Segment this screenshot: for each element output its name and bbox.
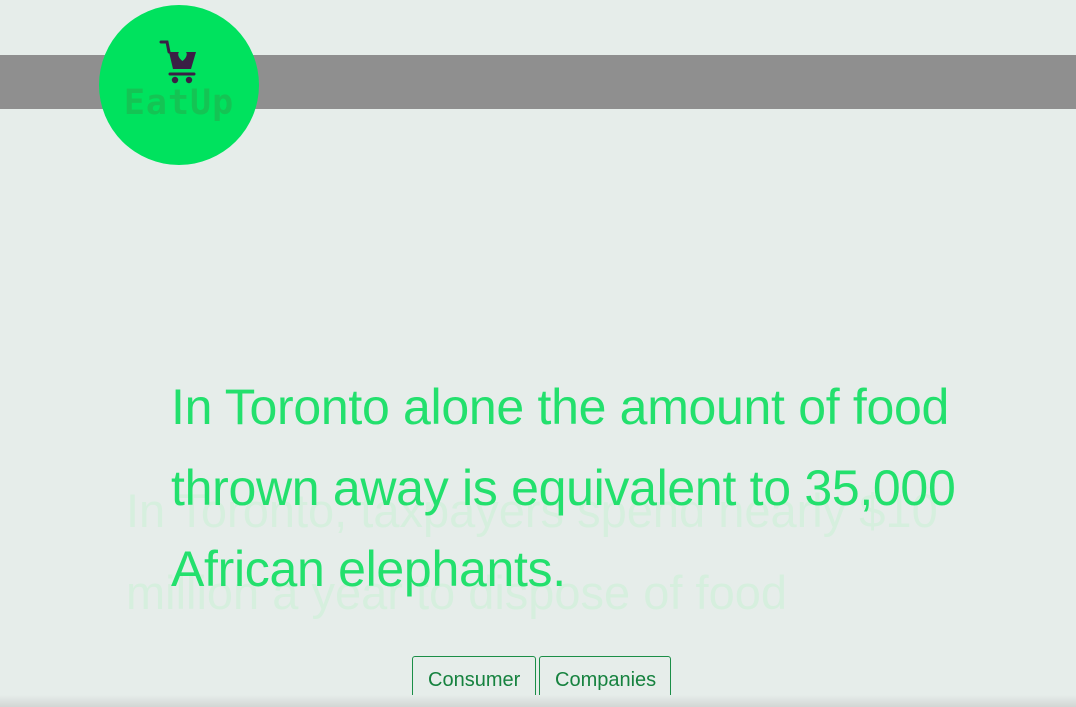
page: EatUp In Toronto, taxpayers spend nearly…: [0, 0, 1076, 707]
eatup-logo[interactable]: EatUp: [99, 5, 259, 165]
logo-brand-text: EatUp: [123, 83, 235, 123]
bottom-shadow: [0, 695, 1076, 707]
shopping-cart-heart-icon: [159, 40, 196, 84]
hero-headline: In Toronto alone the amount of food thro…: [171, 379, 956, 597]
